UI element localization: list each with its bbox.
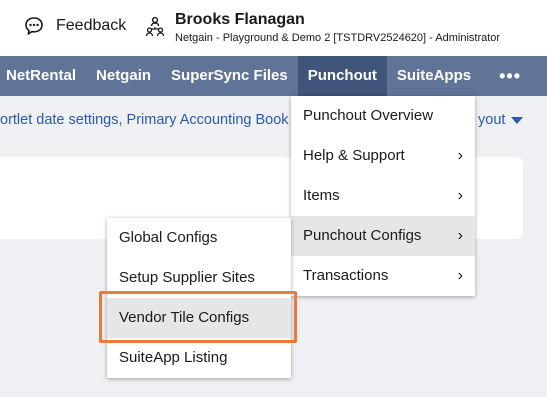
- caret-down-icon: [511, 116, 524, 124]
- menu-item-label: Punchout Overview: [303, 107, 434, 124]
- menu-item-label: Punchout Configs: [303, 227, 422, 244]
- menu-item-punchout-configs[interactable]: Punchout Configs ›: [291, 216, 475, 256]
- nav-more-icon[interactable]: •••: [481, 56, 537, 96]
- menu-item-setup-supplier-sites[interactable]: Setup Supplier Sites: [107, 258, 291, 298]
- nav-item-punchout[interactable]: Punchout: [297, 56, 387, 96]
- chevron-right-icon: ›: [457, 147, 463, 164]
- menu-item-items[interactable]: Items ›: [291, 176, 475, 216]
- chevron-right-icon: ›: [457, 267, 463, 284]
- user-role-switcher[interactable]: Brooks Flanagan Netgain - Playground & D…: [145, 10, 500, 46]
- menu-item-suiteapp-listing[interactable]: SuiteApp Listing: [107, 338, 291, 378]
- punchout-menu: Punchout Overview Help & Support › Items…: [291, 96, 475, 296]
- menu-item-label: Setup Supplier Sites: [119, 269, 255, 286]
- menu-item-punchout-overview[interactable]: Punchout Overview: [291, 96, 475, 136]
- menu-item-label: Items: [303, 187, 340, 204]
- layout-dropdown[interactable]: yout: [478, 112, 524, 128]
- nav-item-netgain[interactable]: Netgain: [86, 56, 161, 96]
- main-nav: NetRental Netgain SuperSync Files Puncho…: [0, 56, 547, 96]
- roles-icon: [145, 16, 165, 43]
- menu-item-label: SuiteApp Listing: [119, 349, 228, 366]
- menu-item-transactions[interactable]: Transactions ›: [291, 256, 475, 296]
- portlet-settings-links[interactable]: ortlet date settings, Primary Accounting…: [0, 112, 289, 128]
- layout-label: yout: [478, 112, 506, 128]
- menu-item-label: Global Configs: [119, 229, 218, 246]
- user-role: Netgain - Playground & Demo 2 [TSTDRV252…: [175, 32, 501, 44]
- nav-item-suiteapps[interactable]: SuiteApps: [387, 56, 481, 96]
- chevron-right-icon: ›: [457, 187, 463, 204]
- punchout-configs-submenu: Global Configs Setup Supplier Sites Vend…: [107, 218, 291, 378]
- menu-item-vendor-tile-configs[interactable]: Vendor Tile Configs: [107, 298, 291, 338]
- user-info: Brooks Flanagan Netgain - Playground & D…: [175, 10, 500, 46]
- menu-item-global-configs[interactable]: Global Configs: [107, 218, 291, 258]
- nav-item-netrental[interactable]: NetRental: [0, 56, 86, 96]
- chat-bubble-icon: [24, 16, 44, 36]
- menu-item-label: Help & Support: [303, 147, 405, 164]
- chevron-right-icon: ›: [457, 227, 463, 244]
- top-header: Feedback Brooks Flanagan Netgain - Playg…: [0, 0, 547, 56]
- nav-item-supersync-files[interactable]: SuperSync Files: [161, 56, 298, 96]
- menu-item-help-support[interactable]: Help & Support ›: [291, 136, 475, 176]
- user-name: Brooks Flanagan: [175, 11, 305, 28]
- feedback-label: Feedback: [56, 17, 127, 34]
- menu-item-label: Vendor Tile Configs: [119, 309, 250, 326]
- feedback-button[interactable]: Feedback: [24, 16, 126, 36]
- menu-item-label: Transactions: [303, 267, 389, 284]
